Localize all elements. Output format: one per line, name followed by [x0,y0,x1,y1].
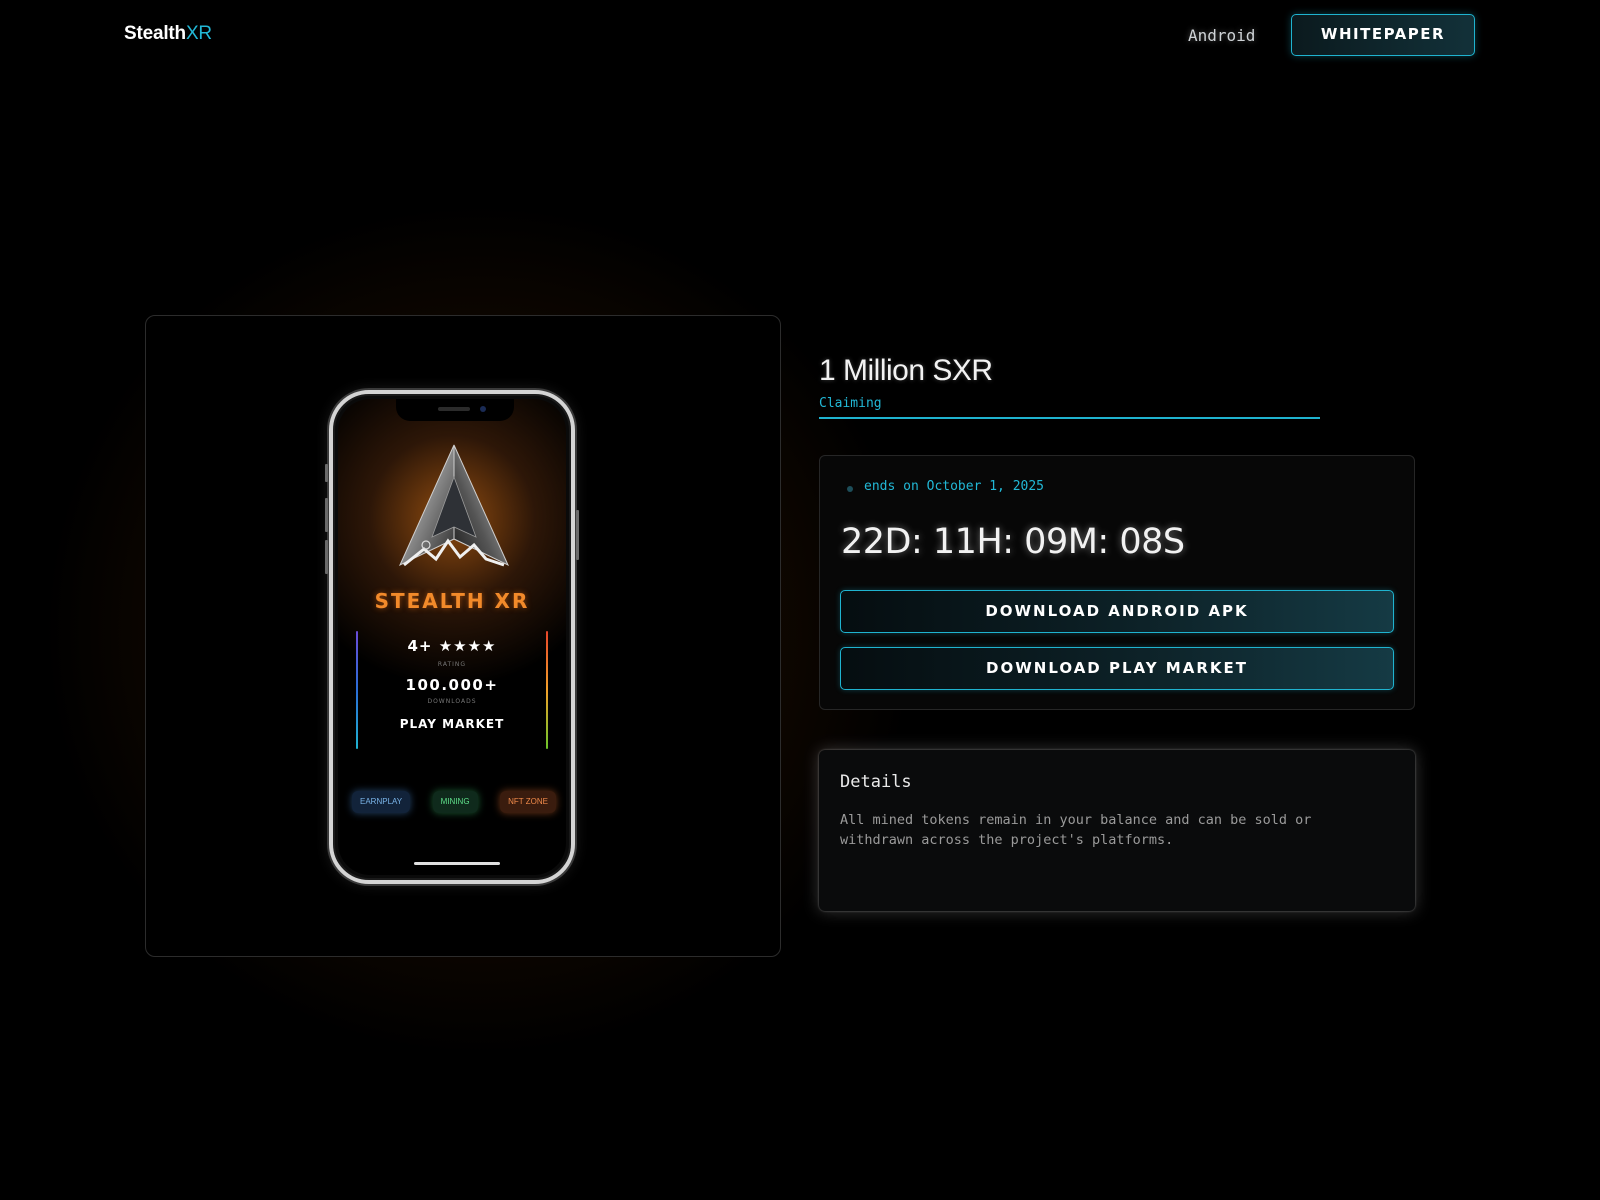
downloads-value: 100.000+ [405,676,499,694]
feature-pills: EARNPLAY MINING NFT ZONE [352,791,556,813]
pill-mining: MINING [432,791,478,813]
countdown-card: ends on October 1, 2025 22D: 11H: 09M: 0… [819,455,1415,710]
logo-accent: XR [185,23,212,44]
download-play-market-button[interactable]: Download Play Market [840,647,1394,690]
phone-notch [396,399,514,421]
details-card: Details All mined tokens remain in your … [819,750,1415,911]
hero-card: STEALTH XR 4+ ★★★★ Rating 100.000+ Downl… [145,315,781,957]
downloads-caption: Downloads [427,698,477,705]
pill-nft-zone: NFT ZONE [500,791,556,813]
phone-side-button [325,540,328,574]
app-stats: 4+ ★★★★ Rating 100.000+ Downloads Play M… [356,631,548,749]
pill-earnplay: EARNPLAY [352,791,411,813]
claim-title: 1 Million SXR [819,354,993,387]
phone-side-button [325,464,328,482]
rating-value: 4+ ★★★★ [407,637,497,655]
download-android-apk-button[interactable]: Download Android APK [840,590,1394,633]
status-dot-icon [847,486,853,492]
title-divider [819,417,1320,419]
claim-subtitle: Claiming [819,396,882,411]
phone-mockup: STEALTH XR 4+ ★★★★ Rating 100.000+ Downl… [325,390,579,884]
phone-side-button [325,498,328,532]
countdown-timer: 22D: 11H: 09M: 08S [841,522,1185,562]
home-indicator [414,862,500,865]
phone-side-button [576,510,579,560]
rating-caption: Rating [437,661,467,668]
play-market-label: Play Market [399,717,505,731]
stealth-jet-emblem-icon [398,444,510,567]
phone-screen: STEALTH XR 4+ ★★★★ Rating 100.000+ Downl… [338,399,566,875]
nav-android-link[interactable]: Android [1188,26,1255,45]
ends-on-text: ends on October 1, 2025 [864,479,1045,494]
logo[interactable]: StealthXR [124,23,212,45]
logo-main: Stealth [124,23,186,44]
app-title: STEALTH XR [374,589,530,613]
whitepaper-button[interactable]: Whitepaper [1291,14,1475,56]
details-text: All mined tokens remain in your balance … [840,812,1312,848]
details-title: Details [840,772,912,792]
